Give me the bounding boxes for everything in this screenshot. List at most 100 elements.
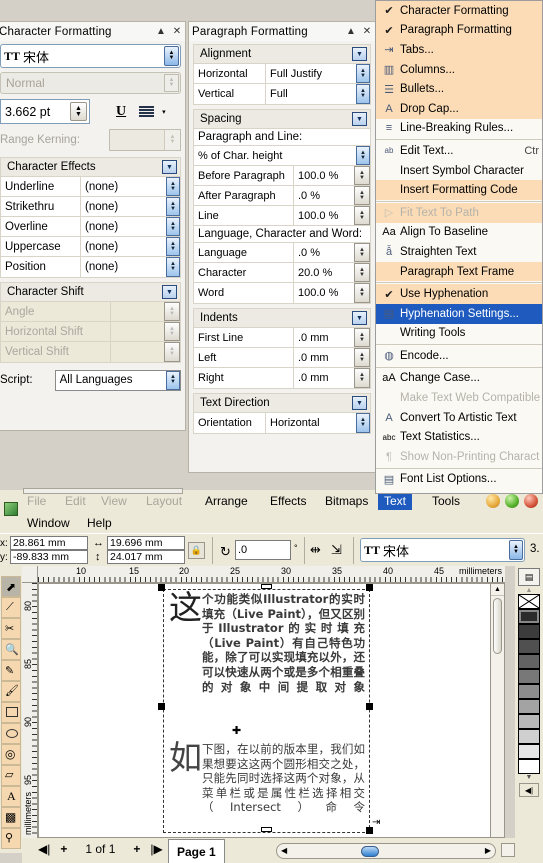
palette-menu-button[interactable]: ▤ bbox=[518, 568, 540, 586]
language-spinner[interactable]: ▲ ▼ bbox=[354, 243, 370, 262]
chevron-down-icon[interactable]: ▾ bbox=[162, 108, 166, 116]
palette-expand-button[interactable]: ◀| bbox=[519, 783, 539, 797]
menu-item-change-case[interactable]: aA Change Case... bbox=[376, 369, 542, 389]
swatch-gray-50[interactable] bbox=[518, 684, 540, 699]
menu-help[interactable]: Help bbox=[87, 516, 112, 530]
horizontal-ruler[interactable]: 10 15 20 25 30 35 40 45 millimeters bbox=[38, 566, 505, 583]
word-spinner[interactable]: ▲ ▼ bbox=[354, 283, 370, 303]
selection-handle-tc[interactable] bbox=[261, 584, 272, 589]
menu-item-font-list-options[interactable]: ▤ Font List Options... bbox=[376, 470, 542, 490]
maximize-button[interactable] bbox=[505, 494, 519, 508]
orientation-spinner[interactable]: ▲ ▼ bbox=[356, 413, 370, 433]
tool-crop[interactable]: ✂ bbox=[1, 618, 21, 639]
menu-item-writing-tools[interactable]: Writing Tools bbox=[376, 324, 542, 344]
overline-spinner[interactable]: ▲ ▼ bbox=[166, 217, 180, 236]
style-spinner[interactable]: ▲ ▼ bbox=[164, 74, 179, 92]
script-spinner[interactable]: ▲ ▼ bbox=[166, 370, 180, 390]
left-indent-spinner[interactable]: ▲ ▼ bbox=[354, 348, 370, 367]
canvas-vscroll-thumb[interactable] bbox=[493, 598, 502, 654]
menu-item-paragraph-formatting[interactable]: ✔ Paragraph Formatting bbox=[376, 20, 542, 41]
rotation-field[interactable]: .0 bbox=[235, 540, 291, 560]
selection-handle-tl[interactable] bbox=[158, 584, 165, 591]
uppercase-value[interactable]: (none) bbox=[81, 237, 166, 256]
mirror-horizontal-icon[interactable]: ⇹ bbox=[310, 542, 321, 558]
swatch-black[interactable] bbox=[518, 609, 540, 624]
selection-handle-bc[interactable] bbox=[261, 827, 272, 832]
first-line-value[interactable]: .0 mm bbox=[294, 328, 354, 347]
menu-item-insert-formatting-code[interactable]: Insert Formatting Code bbox=[376, 180, 542, 200]
script-combo[interactable]: All Languages ▲ ▼ bbox=[54, 369, 181, 391]
menu-item-columns[interactable]: ▥ Columns... bbox=[376, 59, 542, 80]
menu-item-encode[interactable]: ◍ Encode... bbox=[376, 346, 542, 366]
spacing-toggle[interactable]: ▼ bbox=[352, 112, 367, 126]
first-line-spinner[interactable]: ▲ ▼ bbox=[354, 328, 370, 347]
palette-scroll-down[interactable]: ▼ bbox=[515, 774, 543, 781]
tool-smart-fill[interactable]: 🖌 bbox=[1, 681, 21, 702]
spacing-unit-spinner[interactable]: ▲ ▼ bbox=[356, 146, 370, 165]
swatch-gray-70[interactable] bbox=[518, 654, 540, 669]
vertical-value[interactable]: Full bbox=[266, 84, 356, 104]
menu-effects[interactable]: Effects bbox=[270, 494, 306, 508]
paragraph-2[interactable]: 如 下图，在以前的版本里，我们如果想要这这两个圆形相交之处，只能先同时选择这两个… bbox=[169, 741, 365, 815]
language-value[interactable]: .0 % bbox=[294, 243, 354, 262]
frame-flow-handle[interactable]: ⇥ bbox=[372, 817, 380, 828]
tool-interactive-blend[interactable]: ▩ bbox=[1, 807, 21, 828]
collapse-icon[interactable]: ▲ bbox=[153, 26, 169, 37]
character-shift-toggle[interactable]: ▼ bbox=[162, 285, 177, 299]
menu-item-tabs[interactable]: ⇥ Tabs... bbox=[376, 40, 542, 60]
tool-rectangle[interactable] bbox=[1, 702, 21, 723]
width-field[interactable]: 19.696 mm bbox=[107, 536, 185, 550]
collapse-icon[interactable]: ▲ bbox=[343, 26, 359, 37]
underline-icon[interactable]: U bbox=[116, 104, 126, 120]
first-page-button[interactable]: ◀| bbox=[38, 842, 50, 856]
height-field[interactable]: 24.017 mm bbox=[107, 550, 185, 564]
menu-item-paragraph-text-frame[interactable]: Paragraph Text Frame bbox=[376, 261, 542, 282]
menu-item-use-hyphenation[interactable]: ✔ Use Hyphenation bbox=[376, 284, 542, 304]
selection-handle-tr[interactable] bbox=[366, 584, 373, 591]
menu-item-straighten-text[interactable]: ẫ Straighten Text bbox=[376, 242, 542, 262]
alignment-toggle[interactable]: ▼ bbox=[352, 47, 367, 61]
text-direction-toggle[interactable]: ▼ bbox=[352, 396, 367, 410]
page-tab-1[interactable]: Page 1 bbox=[168, 839, 225, 863]
underline-value[interactable]: (none) bbox=[81, 177, 166, 196]
hscroll-thumb[interactable] bbox=[361, 846, 379, 857]
menu-file[interactable]: File bbox=[27, 494, 46, 508]
spacing-header[interactable]: Spacing ▼ bbox=[194, 110, 370, 129]
menu-bitmaps[interactable]: Bitmaps bbox=[325, 494, 368, 508]
menu-view[interactable]: View bbox=[101, 494, 127, 508]
style-combo[interactable]: Normal ▲ ▼ bbox=[0, 72, 181, 94]
menu-item-text-statistics[interactable]: abc Text Statistics... bbox=[376, 427, 542, 447]
horizontal-spinner[interactable]: ▲ ▼ bbox=[356, 64, 370, 83]
before-paragraph-value[interactable]: 100.0 % bbox=[294, 166, 354, 185]
swatch-gray-40[interactable] bbox=[518, 699, 540, 714]
swatch-gray-80[interactable] bbox=[518, 639, 540, 654]
hscroll-left-arrow[interactable]: ◀ bbox=[281, 846, 287, 855]
indents-toggle[interactable]: ▼ bbox=[352, 311, 367, 325]
word-value[interactable]: 100.0 % bbox=[294, 283, 354, 303]
selection-handle-br[interactable] bbox=[366, 827, 373, 834]
text-direction-header[interactable]: Text Direction ▼ bbox=[194, 394, 370, 413]
hscroll-right-arrow[interactable]: ▶ bbox=[485, 846, 491, 855]
minimize-button[interactable] bbox=[486, 494, 500, 508]
menu-edit[interactable]: Edit bbox=[65, 494, 86, 508]
font-size-spinner[interactable]: ▲ ▼ bbox=[70, 102, 87, 121]
menu-arrange[interactable]: Arrange bbox=[205, 494, 248, 508]
character-spinner[interactable]: ▲ ▼ bbox=[354, 263, 370, 282]
ruler-origin-button[interactable] bbox=[22, 566, 38, 583]
tool-polygon[interactable]: ◎ bbox=[1, 744, 21, 765]
uppercase-spinner[interactable]: ▲ ▼ bbox=[166, 237, 180, 256]
character-shift-header[interactable]: Character Shift ▼ bbox=[1, 283, 180, 302]
character-value[interactable]: 20.0 % bbox=[294, 263, 354, 282]
after-paragraph-value[interactable]: .0 % bbox=[294, 186, 354, 205]
position-value[interactable]: (none) bbox=[81, 257, 166, 277]
character-effects-header[interactable]: Character Effects ▼ bbox=[1, 158, 180, 177]
tool-freehand[interactable]: ✎ bbox=[1, 660, 21, 681]
menu-item-hyphenation-settings[interactable]: ▤ Hyphenation Settings... bbox=[376, 303, 542, 324]
add-page-before-button[interactable]: + bbox=[60, 842, 67, 856]
font-size-box[interactable]: 3.662 pt ▲ ▼ bbox=[0, 99, 90, 124]
tool-shape[interactable]: ⟋ bbox=[1, 597, 21, 618]
before-paragraph-spinner[interactable]: ▲ ▼ bbox=[354, 166, 370, 185]
align-lines-icon[interactable] bbox=[139, 106, 155, 117]
menu-item-convert-to-artistic-text[interactable]: A Convert To Artistic Text bbox=[376, 408, 542, 428]
tool-eyedropper[interactable]: ⚲ bbox=[1, 828, 21, 849]
